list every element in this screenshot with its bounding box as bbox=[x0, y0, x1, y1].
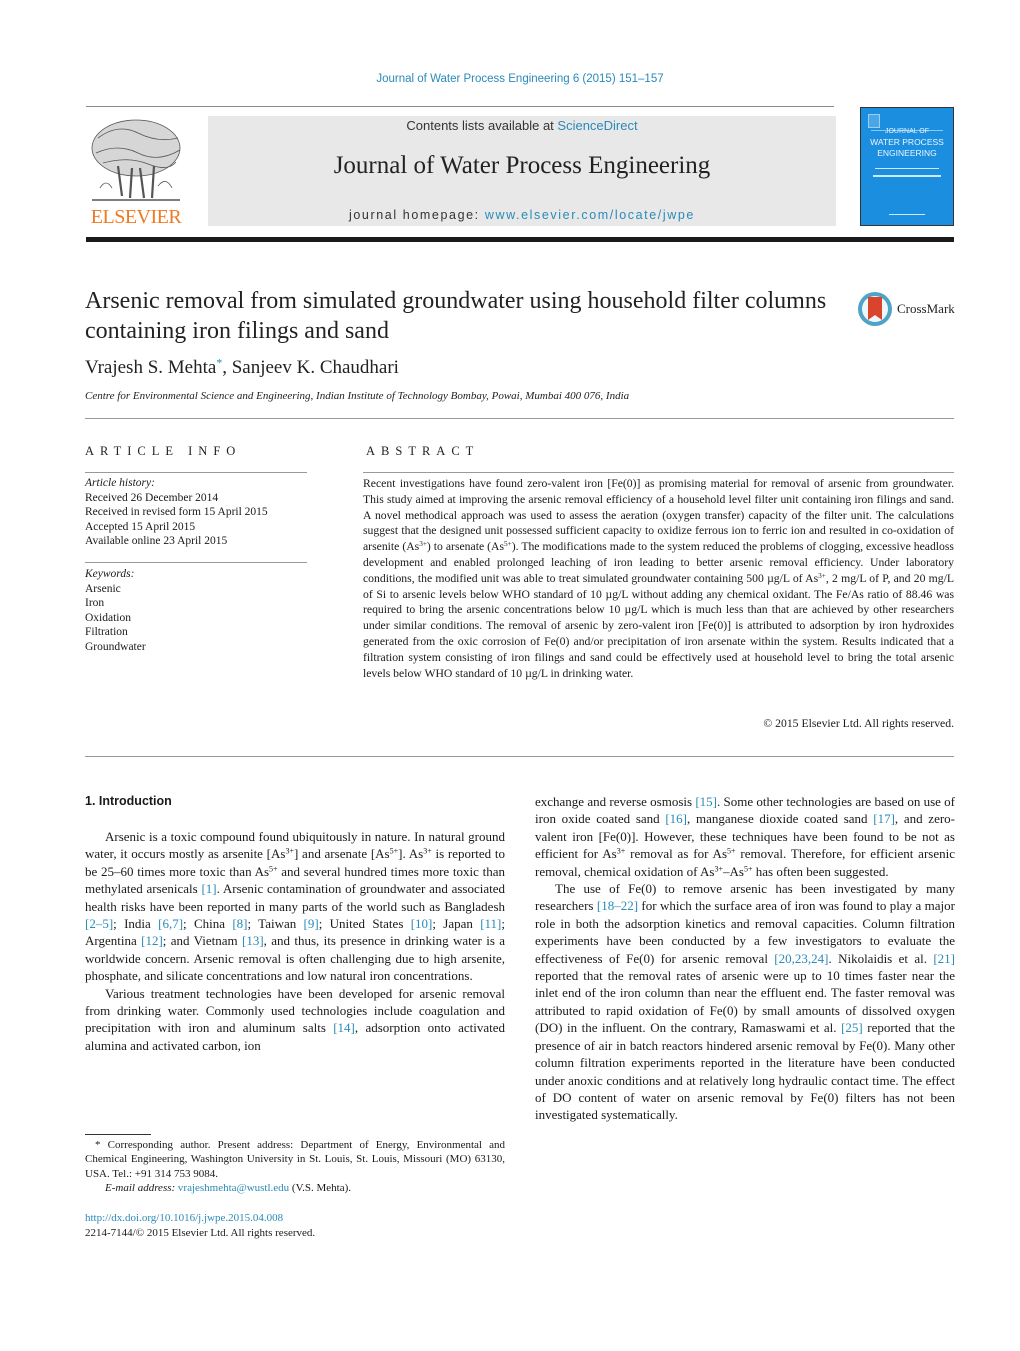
history-item: Received in revised form 15 April 2015 bbox=[85, 506, 268, 518]
reference-link[interactable]: [12] bbox=[141, 933, 163, 948]
reference-link[interactable]: [1] bbox=[201, 881, 216, 896]
elsevier-logo[interactable]: ELSEVIER bbox=[86, 116, 186, 228]
article-info-heading: ARTICLE INFO bbox=[85, 444, 242, 458]
reference-link[interactable]: [17] bbox=[873, 811, 895, 826]
author-name[interactable]: Sanjeev K. Chaudhari bbox=[232, 357, 399, 378]
cover-title-line: JOURNAL OF bbox=[884, 128, 930, 135]
author-list: Vrajesh S. Mehta*, Sanjeev K. Chaudhari bbox=[85, 357, 399, 379]
abstract-copyright: © 2015 Elsevier Ltd. All rights reserved… bbox=[763, 717, 954, 730]
cover-editor-line bbox=[875, 168, 939, 169]
abstract-divider bbox=[363, 472, 954, 473]
reference-link[interactable]: [20,23,24] bbox=[774, 951, 828, 966]
history-item: Available online 23 April 2015 bbox=[85, 535, 228, 547]
history-item: Received 26 December 2014 bbox=[85, 491, 219, 504]
homepage-link[interactable]: www.elsevier.com/locate/jwpe bbox=[485, 208, 695, 222]
keyword: Groundwater bbox=[85, 640, 146, 653]
keyword: Filtration bbox=[85, 626, 128, 638]
reference-link[interactable]: [9] bbox=[304, 916, 319, 931]
reference-link[interactable]: [25] bbox=[841, 1020, 863, 1035]
keywords-divider bbox=[85, 562, 307, 563]
reference-link[interactable]: [6,7] bbox=[158, 916, 183, 931]
contents-prefix: Contents lists available at bbox=[406, 118, 558, 133]
affiliation: Centre for Environmental Science and Eng… bbox=[85, 390, 630, 402]
contents-line: Contents lists available at ScienceDirec… bbox=[208, 118, 836, 133]
cover-volume-line bbox=[889, 214, 925, 215]
keywords: Keywords: Arsenic Iron Oxidation Filtrat… bbox=[85, 567, 307, 654]
article-info-divider bbox=[85, 472, 307, 473]
crossmark-button[interactable]: CrossMark bbox=[858, 292, 958, 328]
journal-citation-link[interactable]: Journal of Water Process Engineering 6 (… bbox=[0, 73, 1020, 85]
header-divider bbox=[86, 106, 834, 107]
article-history: Article history: Received 26 December 20… bbox=[85, 476, 307, 549]
paragraph: exchange and reverse osmosis [15]. Some … bbox=[535, 794, 956, 879]
footnote-rule bbox=[85, 1134, 151, 1135]
keyword: Oxidation bbox=[85, 611, 131, 624]
keyword: Iron bbox=[85, 597, 105, 609]
reference-link[interactable]: [11] bbox=[480, 916, 501, 931]
author-name[interactable]: Vrajesh S. Mehta bbox=[85, 357, 216, 378]
crossmark-label: CrossMark bbox=[897, 301, 955, 316]
section-heading-introduction: 1. Introduction bbox=[85, 794, 172, 808]
issn-copyright: 2214-7144/© 2015 Elsevier Ltd. All right… bbox=[85, 1227, 316, 1239]
journal-title: Journal of Water Process Engineering bbox=[333, 152, 711, 179]
header-thick-rule bbox=[86, 237, 954, 242]
reference-link[interactable]: [13] bbox=[242, 933, 264, 948]
homepage-prefix: journal homepage: bbox=[349, 208, 485, 222]
cover-emblem-icon bbox=[868, 114, 880, 128]
cover-title-line: WATER PROCESS bbox=[870, 137, 944, 147]
reference-link[interactable]: [21] bbox=[933, 951, 955, 966]
reference-link[interactable]: [2–5] bbox=[85, 916, 113, 931]
email-label: E-mail address: bbox=[105, 1182, 178, 1195]
history-label: Article history: bbox=[85, 477, 155, 489]
title-divider bbox=[85, 418, 954, 419]
abstract-text: Recent investigations have found zero-va… bbox=[363, 477, 954, 680]
doi-block: http://dx.doi.org/10.1016/j.jwpe.2015.04… bbox=[85, 1211, 315, 1241]
paragraph: Arsenic is a toxic compound found ubiqui… bbox=[85, 829, 506, 984]
corresponding-author-note: * Corresponding author. Present address:… bbox=[85, 1139, 505, 1180]
journal-banner: Contents lists available at ScienceDirec… bbox=[208, 116, 836, 226]
footnote: * Corresponding author. Present address:… bbox=[85, 1138, 505, 1196]
homepage-line: journal homepage: www.elsevier.com/locat… bbox=[208, 208, 836, 222]
reference-link[interactable]: [14] bbox=[333, 1020, 355, 1035]
paragraph: The use of Fe(0) to remove arsenic has b… bbox=[535, 881, 955, 1123]
crossmark-icon bbox=[858, 292, 892, 326]
reference-link[interactable]: [16] bbox=[665, 811, 687, 826]
abstract-heading: ABSTRACT bbox=[366, 444, 480, 458]
reference-link[interactable]: [10] bbox=[411, 916, 433, 931]
journal-cover-thumbnail[interactable]: JOURNAL OF WATER PROCESS ENGINEERING bbox=[860, 107, 954, 226]
reference-link[interactable]: [15] bbox=[695, 794, 717, 809]
body-column-right: exchange and reverse osmosis [15]. Some … bbox=[535, 793, 955, 1124]
paragraph: Various treatment technologies have been… bbox=[85, 985, 505, 1053]
email-link[interactable]: vrajeshmehta@wustl.edu bbox=[178, 1182, 289, 1194]
author-separator: , bbox=[222, 357, 232, 378]
elsevier-wordmark: ELSEVIER bbox=[90, 206, 182, 228]
cover-editor-line bbox=[873, 175, 941, 177]
email-suffix: (V.S. Mehta). bbox=[289, 1182, 351, 1195]
abstract-bottom-divider bbox=[85, 756, 954, 757]
sciencedirect-link[interactable]: ScienceDirect bbox=[557, 118, 637, 133]
keywords-label: Keywords: bbox=[85, 568, 135, 580]
body-column-left: Arsenic is a toxic compound found ubiqui… bbox=[85, 828, 505, 1054]
cover-title-line: ENGINEERING bbox=[877, 148, 937, 158]
elsevier-tree-icon bbox=[91, 119, 181, 201]
article-title: Arsenic removal from simulated groundwat… bbox=[85, 288, 827, 344]
reference-link[interactable]: [8] bbox=[232, 916, 247, 931]
keyword: Arsenic bbox=[85, 582, 121, 595]
doi-link[interactable]: http://dx.doi.org/10.1016/j.jwpe.2015.04… bbox=[85, 1211, 315, 1226]
history-item: Accepted 15 April 2015 bbox=[85, 520, 196, 533]
reference-link[interactable]: [18–22] bbox=[597, 898, 638, 913]
